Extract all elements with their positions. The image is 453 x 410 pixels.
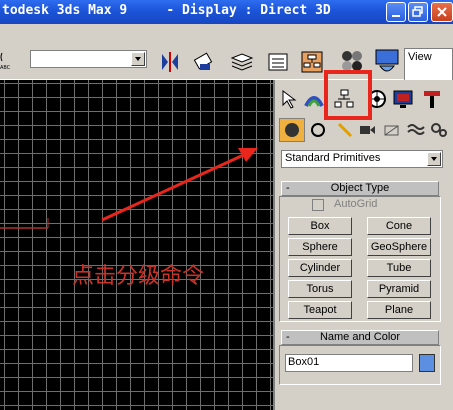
utilities-tab[interactable] bbox=[421, 88, 443, 110]
gears-icon bbox=[431, 123, 447, 137]
view-label: View bbox=[408, 51, 432, 63]
viewport-overlay bbox=[0, 148, 258, 229]
window-title: todesk 3ds Max 9 - Display : Direct 3D bbox=[2, 3, 331, 18]
curve-editor-icon[interactable] bbox=[266, 50, 290, 74]
light-icon bbox=[337, 122, 353, 138]
plane-button[interactable]: Plane bbox=[367, 301, 431, 319]
pyramid-button[interactable]: Pyramid bbox=[367, 280, 431, 298]
rainbow-modify-icon bbox=[304, 96, 324, 107]
collapse-icon: - bbox=[286, 331, 290, 343]
viewport[interactable] bbox=[0, 80, 273, 410]
cone-button[interactable]: Cone bbox=[367, 217, 431, 235]
restore-icon bbox=[412, 6, 423, 17]
box-button[interactable]: Box bbox=[288, 217, 352, 235]
mirror-icon[interactable] bbox=[158, 50, 182, 74]
chevron-down-icon bbox=[131, 52, 145, 66]
chevron-down-icon bbox=[427, 152, 441, 166]
cursor-star-icon bbox=[282, 90, 297, 109]
geosphere-button[interactable]: GeoSphere bbox=[367, 238, 431, 256]
object-type-title: Object Type bbox=[330, 182, 390, 194]
material-editor-icon[interactable] bbox=[338, 48, 366, 72]
helpers-icon bbox=[384, 125, 399, 136]
object-name-field[interactable]: Box01 bbox=[285, 354, 413, 372]
select-by-name-icon[interactable]: ABC bbox=[0, 49, 12, 71]
systems-button[interactable] bbox=[429, 120, 449, 140]
schematic-view-icon[interactable] bbox=[300, 50, 324, 74]
modify-tab[interactable] bbox=[303, 88, 325, 110]
annotation-text: 点击分级命令 bbox=[72, 264, 205, 289]
main-toolbar: ABC View bbox=[0, 24, 453, 88]
close-button[interactable] bbox=[431, 2, 453, 22]
collapse-icon: - bbox=[286, 182, 290, 194]
display-monitor-icon bbox=[393, 90, 413, 108]
close-icon bbox=[437, 7, 447, 17]
lights-button[interactable] bbox=[335, 120, 355, 140]
autogrid-checkbox[interactable] bbox=[312, 199, 324, 211]
abc-label: ABC bbox=[0, 65, 11, 71]
named-selection-dropdown[interactable] bbox=[30, 50, 147, 68]
sphere-geometry-icon bbox=[285, 123, 299, 137]
display-tab[interactable] bbox=[392, 88, 414, 110]
layer-manager-icon[interactable] bbox=[230, 50, 254, 74]
maximize-button[interactable] bbox=[408, 2, 428, 22]
category-dropdown[interactable]: Standard Primitives bbox=[281, 150, 443, 168]
minimize-icon bbox=[392, 15, 400, 17]
title-bar: todesk 3ds Max 9 - Display : Direct 3D bbox=[0, 0, 453, 24]
cylinder-button[interactable]: Cylinder bbox=[288, 259, 352, 277]
cameras-button[interactable] bbox=[357, 120, 377, 140]
name-color-rollout-header[interactable]: - Name and Color bbox=[281, 330, 439, 345]
highlight-box bbox=[324, 70, 372, 120]
render-scene-icon[interactable] bbox=[372, 48, 402, 72]
minimize-button[interactable] bbox=[386, 2, 406, 22]
name-color-title: Name and Color bbox=[319, 331, 401, 343]
autogrid-label: AutoGrid bbox=[334, 198, 378, 210]
tube-button[interactable]: Tube bbox=[367, 259, 431, 277]
category-dropdown-value: Standard Primitives bbox=[285, 152, 381, 164]
sphere-button[interactable]: Sphere bbox=[288, 238, 352, 256]
align-icon[interactable] bbox=[192, 50, 216, 74]
teapot-button[interactable]: Teapot bbox=[288, 301, 352, 319]
object-color-swatch[interactable] bbox=[419, 354, 435, 372]
spacewarps-button[interactable] bbox=[406, 120, 426, 140]
geometry-button[interactable] bbox=[279, 118, 305, 142]
wave-icon bbox=[407, 124, 425, 135]
shapes-button[interactable] bbox=[308, 120, 328, 140]
shapes-icon bbox=[311, 123, 325, 137]
helpers-button[interactable] bbox=[382, 120, 402, 140]
camera-icon bbox=[360, 126, 375, 134]
object-type-rollout-header[interactable]: - Object Type bbox=[281, 181, 439, 196]
create-tab[interactable] bbox=[278, 88, 300, 110]
hammer-icon bbox=[424, 91, 440, 108]
torus-button[interactable]: Torus bbox=[288, 280, 352, 298]
annotation-arrow-line bbox=[101, 150, 251, 222]
